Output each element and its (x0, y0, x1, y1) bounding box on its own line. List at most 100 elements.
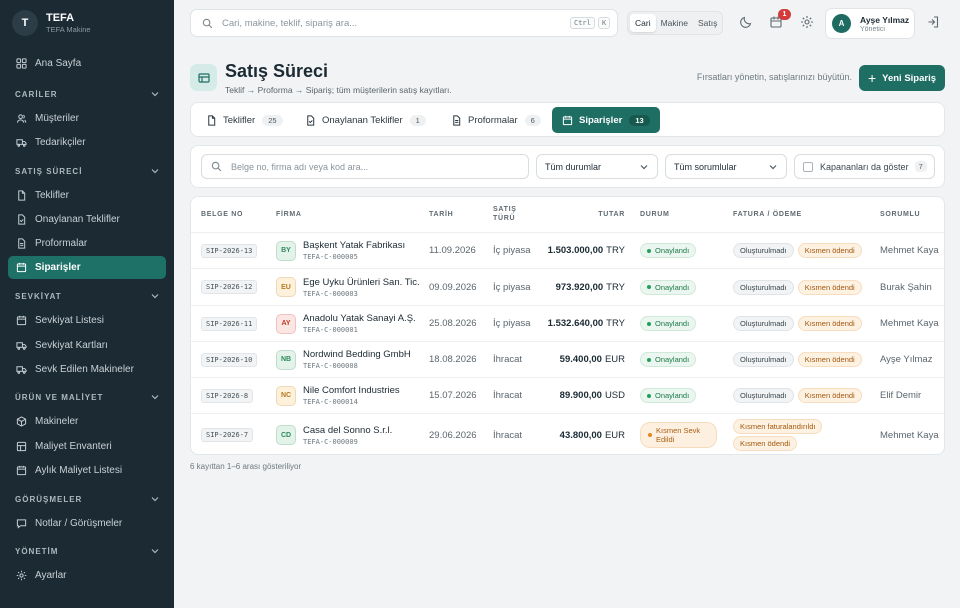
sidebar-item-maliyet-envanteri[interactable]: Maliyet Envanteri (8, 435, 166, 457)
status-cell: Onaylandı (640, 269, 697, 305)
table-row[interactable]: SIP-2026-13 BY Başkent Yatak Fabrikası TEFA… (191, 232, 944, 268)
col-header-status[interactable]: DURUM (640, 210, 670, 219)
sidebar-item-siparisler[interactable]: Siparişler (8, 256, 166, 279)
sidebar-item-label: Teklifler (35, 189, 69, 201)
sidebar-item-onaylanan-teklifler[interactable]: Onaylanan Teklifler (8, 208, 166, 230)
firm-code: TEFA-C-000009 (303, 437, 358, 446)
amount-value: 973.920,00 (555, 281, 604, 293)
firm-name[interactable]: Nile Comfort Industries (303, 385, 400, 396)
status-filter[interactable]: Tüm durumlar (536, 154, 658, 179)
firm-name[interactable]: Anadolu Yatak Sanayi A.Ş. (303, 313, 416, 324)
sidebar-item-label: Makineler (35, 415, 79, 427)
doc-number[interactable]: SIP-2026-13 (201, 243, 258, 258)
sidebar-item-makineler[interactable]: Makineler (8, 410, 166, 432)
amount-value: 43.800,00 (559, 429, 602, 441)
col-header-firm[interactable]: FİRMA (276, 210, 302, 219)
sidebar-item-sevkiyat-kartlari[interactable]: Sevkiyat Kartları (8, 334, 166, 356)
global-search-input[interactable] (222, 17, 552, 29)
table-row[interactable]: SIP-2026-7 CD Casa del Sonno S.r.l. TEFA-C-… (191, 413, 944, 454)
amount-value: 1.503.000,00 (547, 245, 604, 256)
brand-name: TEFA (46, 12, 75, 24)
table-row[interactable]: SIP-2026-12 EU Ege Uyku Ürünleri San. Tic.… (191, 268, 944, 305)
sidebar-item-label: Onaylanan Teklifler (35, 213, 120, 225)
user-menu[interactable]: A Ayşe Yılmaz Yönetici (825, 8, 915, 39)
tab-proformalar[interactable]: Proformalar 6 (441, 108, 551, 133)
scope-cari[interactable]: Cari (630, 14, 656, 32)
firm-name[interactable]: Başkent Yatak Fabrikası (303, 240, 405, 251)
sidebar-item-label: Maliyet Envanteri (35, 440, 112, 452)
tab-onaylanan-teklifler[interactable]: Onaylanan Teklifler 1 (295, 108, 436, 133)
brand-logo: T (12, 10, 38, 36)
firm-initials: NC (276, 385, 296, 406)
invoice-cell: Oluşturulmadı Kısmen ödendi (733, 233, 862, 268)
sidebar-item-ayarlar[interactable]: Ayarlar (8, 564, 166, 586)
sidebar-section-yonetim[interactable]: YÖNETİM (15, 546, 160, 556)
col-header-invoice[interactable]: FATURA / ÖDEME (733, 210, 802, 219)
sidebar-item-tedarikciler[interactable]: Tedarikçiler (8, 131, 166, 153)
amount-currency: EUR (604, 429, 625, 441)
col-header-owner[interactable]: SORUMLU (880, 210, 920, 219)
doc-number[interactable]: SIP-2026-12 (201, 280, 258, 294)
scope-satis[interactable]: Satış (693, 14, 722, 32)
col-header-total[interactable]: TUTAR (571, 210, 625, 219)
date-cell: 29.06.2026 (429, 429, 477, 441)
firm-code: TEFA-C-000001 (303, 326, 358, 334)
logout-icon[interactable] (926, 15, 940, 29)
tab-label: Teklifler (223, 115, 256, 126)
sidebar-section-sevkiyat[interactable]: SEVKİYAT (15, 291, 160, 301)
invoice-cell: Oluşturulmadı Kısmen ödendi (733, 306, 862, 341)
doc-number[interactable]: SIP-2026-8 (201, 388, 254, 403)
global-search[interactable]: Ctrl K (190, 9, 618, 37)
tab-teklifler[interactable]: Teklifler 25 (196, 108, 293, 133)
date-cell: 18.08.2026 (429, 354, 477, 365)
firm-cell: BY Başkent Yatak Fabrikası TEFA-C-000005 (276, 233, 405, 268)
firm-name[interactable]: Ege Uyku Ürünleri San. Tic. (303, 277, 420, 288)
status-badge: Onaylandı (640, 243, 697, 258)
section-title: SATIŞ SÜRECİ (15, 166, 83, 176)
col-header-date[interactable]: TARİH (429, 210, 453, 219)
table-search[interactable] (201, 154, 529, 179)
doc-number[interactable]: SIP-2026-7 (201, 428, 254, 442)
show-closed-toggle[interactable]: Kapananları da göster 7 (794, 154, 935, 179)
page-title: Satış Süreci (225, 61, 329, 81)
invoice-badge: Oluşturulmadı (733, 352, 794, 367)
sidebar-section-cariler[interactable]: CARİLER (15, 89, 160, 99)
file-text-icon (18, 237, 26, 249)
invoice-badge: Oluşturulmadı (733, 388, 794, 403)
table-row[interactable]: SIP-2026-10 NB Nordwind Bedding GmbH TEFA-C… (191, 341, 944, 377)
table-search-input[interactable] (231, 161, 511, 172)
col-header-type[interactable]: SATIŞ TÜRÜ (493, 205, 533, 223)
col-header-doc[interactable]: BELGE NO (201, 210, 243, 219)
type-cell: İhracat (493, 429, 523, 441)
firm-cell: NB Nordwind Bedding GmbH TEFA-C-000008 (276, 342, 411, 377)
firm-name[interactable]: Nordwind Bedding GmbH (303, 349, 411, 360)
sidebar-item-sevkiyat-listesi[interactable]: Sevkiyat Listesi (8, 309, 166, 331)
sidebar-item-label: Ayarlar (35, 569, 67, 581)
sidebar-item-label: Müşteriler (35, 112, 79, 124)
doc-number[interactable]: SIP-2026-11 (201, 316, 258, 331)
sidebar-item-proformalar[interactable]: Proformalar (8, 232, 166, 254)
new-order-button[interactable]: + Yeni Sipariş (859, 65, 945, 91)
sidebar-item-home[interactable]: Ana Sayfa (8, 52, 166, 74)
gear-icon[interactable] (800, 15, 814, 29)
scope-makine[interactable]: Makine (656, 14, 693, 32)
sidebar-section-gorusmeler[interactable]: GÖRÜŞMELER (15, 494, 160, 504)
sidebar-item-musteriler[interactable]: Müşteriler (8, 107, 166, 129)
table-row[interactable]: SIP-2026-8 NC Nile Comfort Industries TEFA-… (191, 377, 944, 413)
sidebar-item-sevk-edilen-makineler[interactable]: Sevk Edilen Makineler (8, 358, 166, 380)
sidebar-section-urun[interactable]: ÜRÜN VE MALİYET (15, 392, 160, 402)
moon-icon[interactable] (739, 15, 753, 29)
payment-badge: Kısmen ödendi (797, 352, 862, 367)
checkbox[interactable] (803, 161, 813, 172)
sidebar-item-notlar[interactable]: Notlar / Görüşmeler (8, 512, 166, 534)
brand[interactable]: T TEFA TEFA Makine (12, 10, 91, 36)
owner-filter[interactable]: Tüm sorumlular (665, 154, 787, 179)
firm-name[interactable]: Casa del Sonno S.r.l. (303, 425, 392, 436)
firm-code: TEFA-C-000008 (303, 362, 358, 370)
sidebar-section-satis[interactable]: SATIŞ SÜRECİ (15, 166, 160, 176)
tab-siparisler[interactable]: Siparişler 13 (552, 107, 660, 133)
sidebar-item-teklifler[interactable]: Teklifler (8, 184, 166, 206)
sidebar-item-aylik-maliyet[interactable]: Aylık Maliyet Listesi (8, 459, 166, 481)
doc-number[interactable]: SIP-2026-10 (201, 352, 258, 367)
table-row[interactable]: SIP-2026-11 AY Anadolu Yatak Sanayi A.Ş. TE… (191, 305, 944, 341)
